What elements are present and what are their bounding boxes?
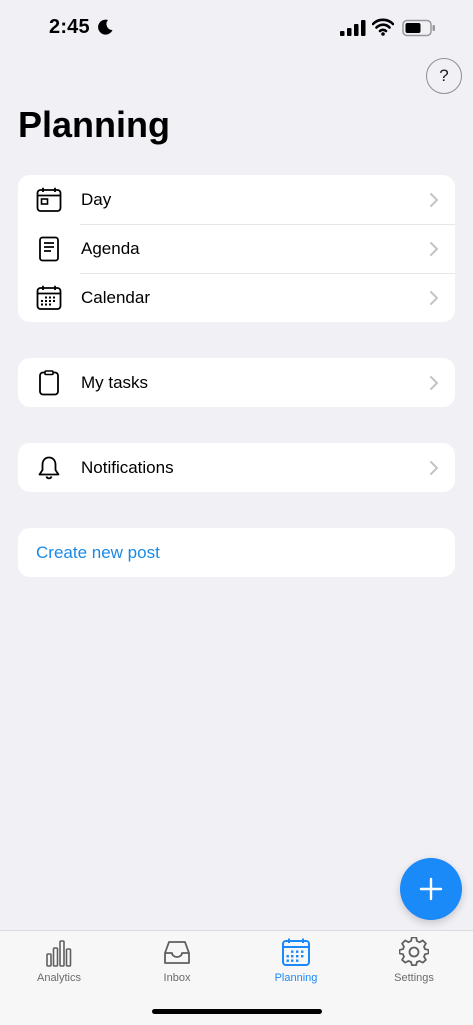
tab-planning[interactable]: Planning [237, 931, 355, 991]
gear-icon [399, 937, 429, 966]
tab-label: Settings [394, 972, 434, 984]
notifications-card: Notifications [18, 443, 455, 492]
help-icon: ? [439, 66, 449, 85]
plus-icon [419, 877, 443, 901]
status-time: 2:45 [49, 16, 90, 38]
tab-settings[interactable]: Settings [355, 931, 473, 991]
battery-icon [402, 19, 435, 37]
list-item-label: Day [81, 189, 112, 209]
moon-icon [98, 19, 113, 35]
help-button[interactable]: ? [426, 58, 462, 94]
tab-analytics[interactable]: Analytics [0, 931, 118, 991]
wifi-icon [372, 18, 394, 36]
tab-label: Planning [274, 972, 318, 984]
list-item-calendar[interactable]: Calendar [18, 273, 455, 322]
planning-views-card: Day Agenda Calendar [18, 175, 455, 322]
list-item-label: My tasks [81, 372, 149, 392]
chevron-right-icon [430, 242, 438, 256]
status-bar: 2:45 [0, 0, 473, 56]
create-post-card: Create new post [18, 528, 455, 577]
list-item-my-tasks[interactable]: My tasks [18, 358, 455, 407]
tab-label: Analytics [36, 972, 82, 984]
chevron-right-icon [430, 461, 438, 475]
tab-inbox[interactable]: Inbox [118, 931, 236, 991]
list-item-label: Agenda [81, 238, 140, 258]
cellular-signal-icon [340, 20, 366, 36]
calendar-grid-icon [282, 938, 310, 966]
add-button[interactable] [400, 858, 462, 920]
create-new-post-label: Create new post [36, 542, 160, 562]
page-title: Planning [18, 104, 170, 145]
inbox-tray-icon [164, 941, 190, 964]
chevron-right-icon [430, 193, 438, 207]
tab-label: Inbox [163, 972, 191, 984]
create-new-post-button[interactable]: Create new post [18, 528, 455, 577]
list-item-agenda[interactable]: Agenda [18, 224, 455, 273]
chevron-right-icon [430, 291, 438, 305]
list-item-label: Notifications [81, 457, 174, 477]
list-item-day[interactable]: Day [18, 175, 455, 224]
day-calendar-icon [36, 187, 62, 212]
chevron-right-icon [430, 376, 438, 390]
tasks-card: My tasks [18, 358, 455, 407]
calendar-grid-icon [36, 285, 62, 310]
home-indicator [152, 1009, 322, 1014]
list-item-notifications[interactable]: Notifications [18, 443, 455, 492]
list-item-label: Calendar [81, 287, 150, 307]
bar-chart-icon [46, 940, 72, 967]
bell-icon [38, 456, 60, 480]
agenda-document-icon [39, 236, 59, 262]
clipboard-icon [39, 370, 59, 396]
